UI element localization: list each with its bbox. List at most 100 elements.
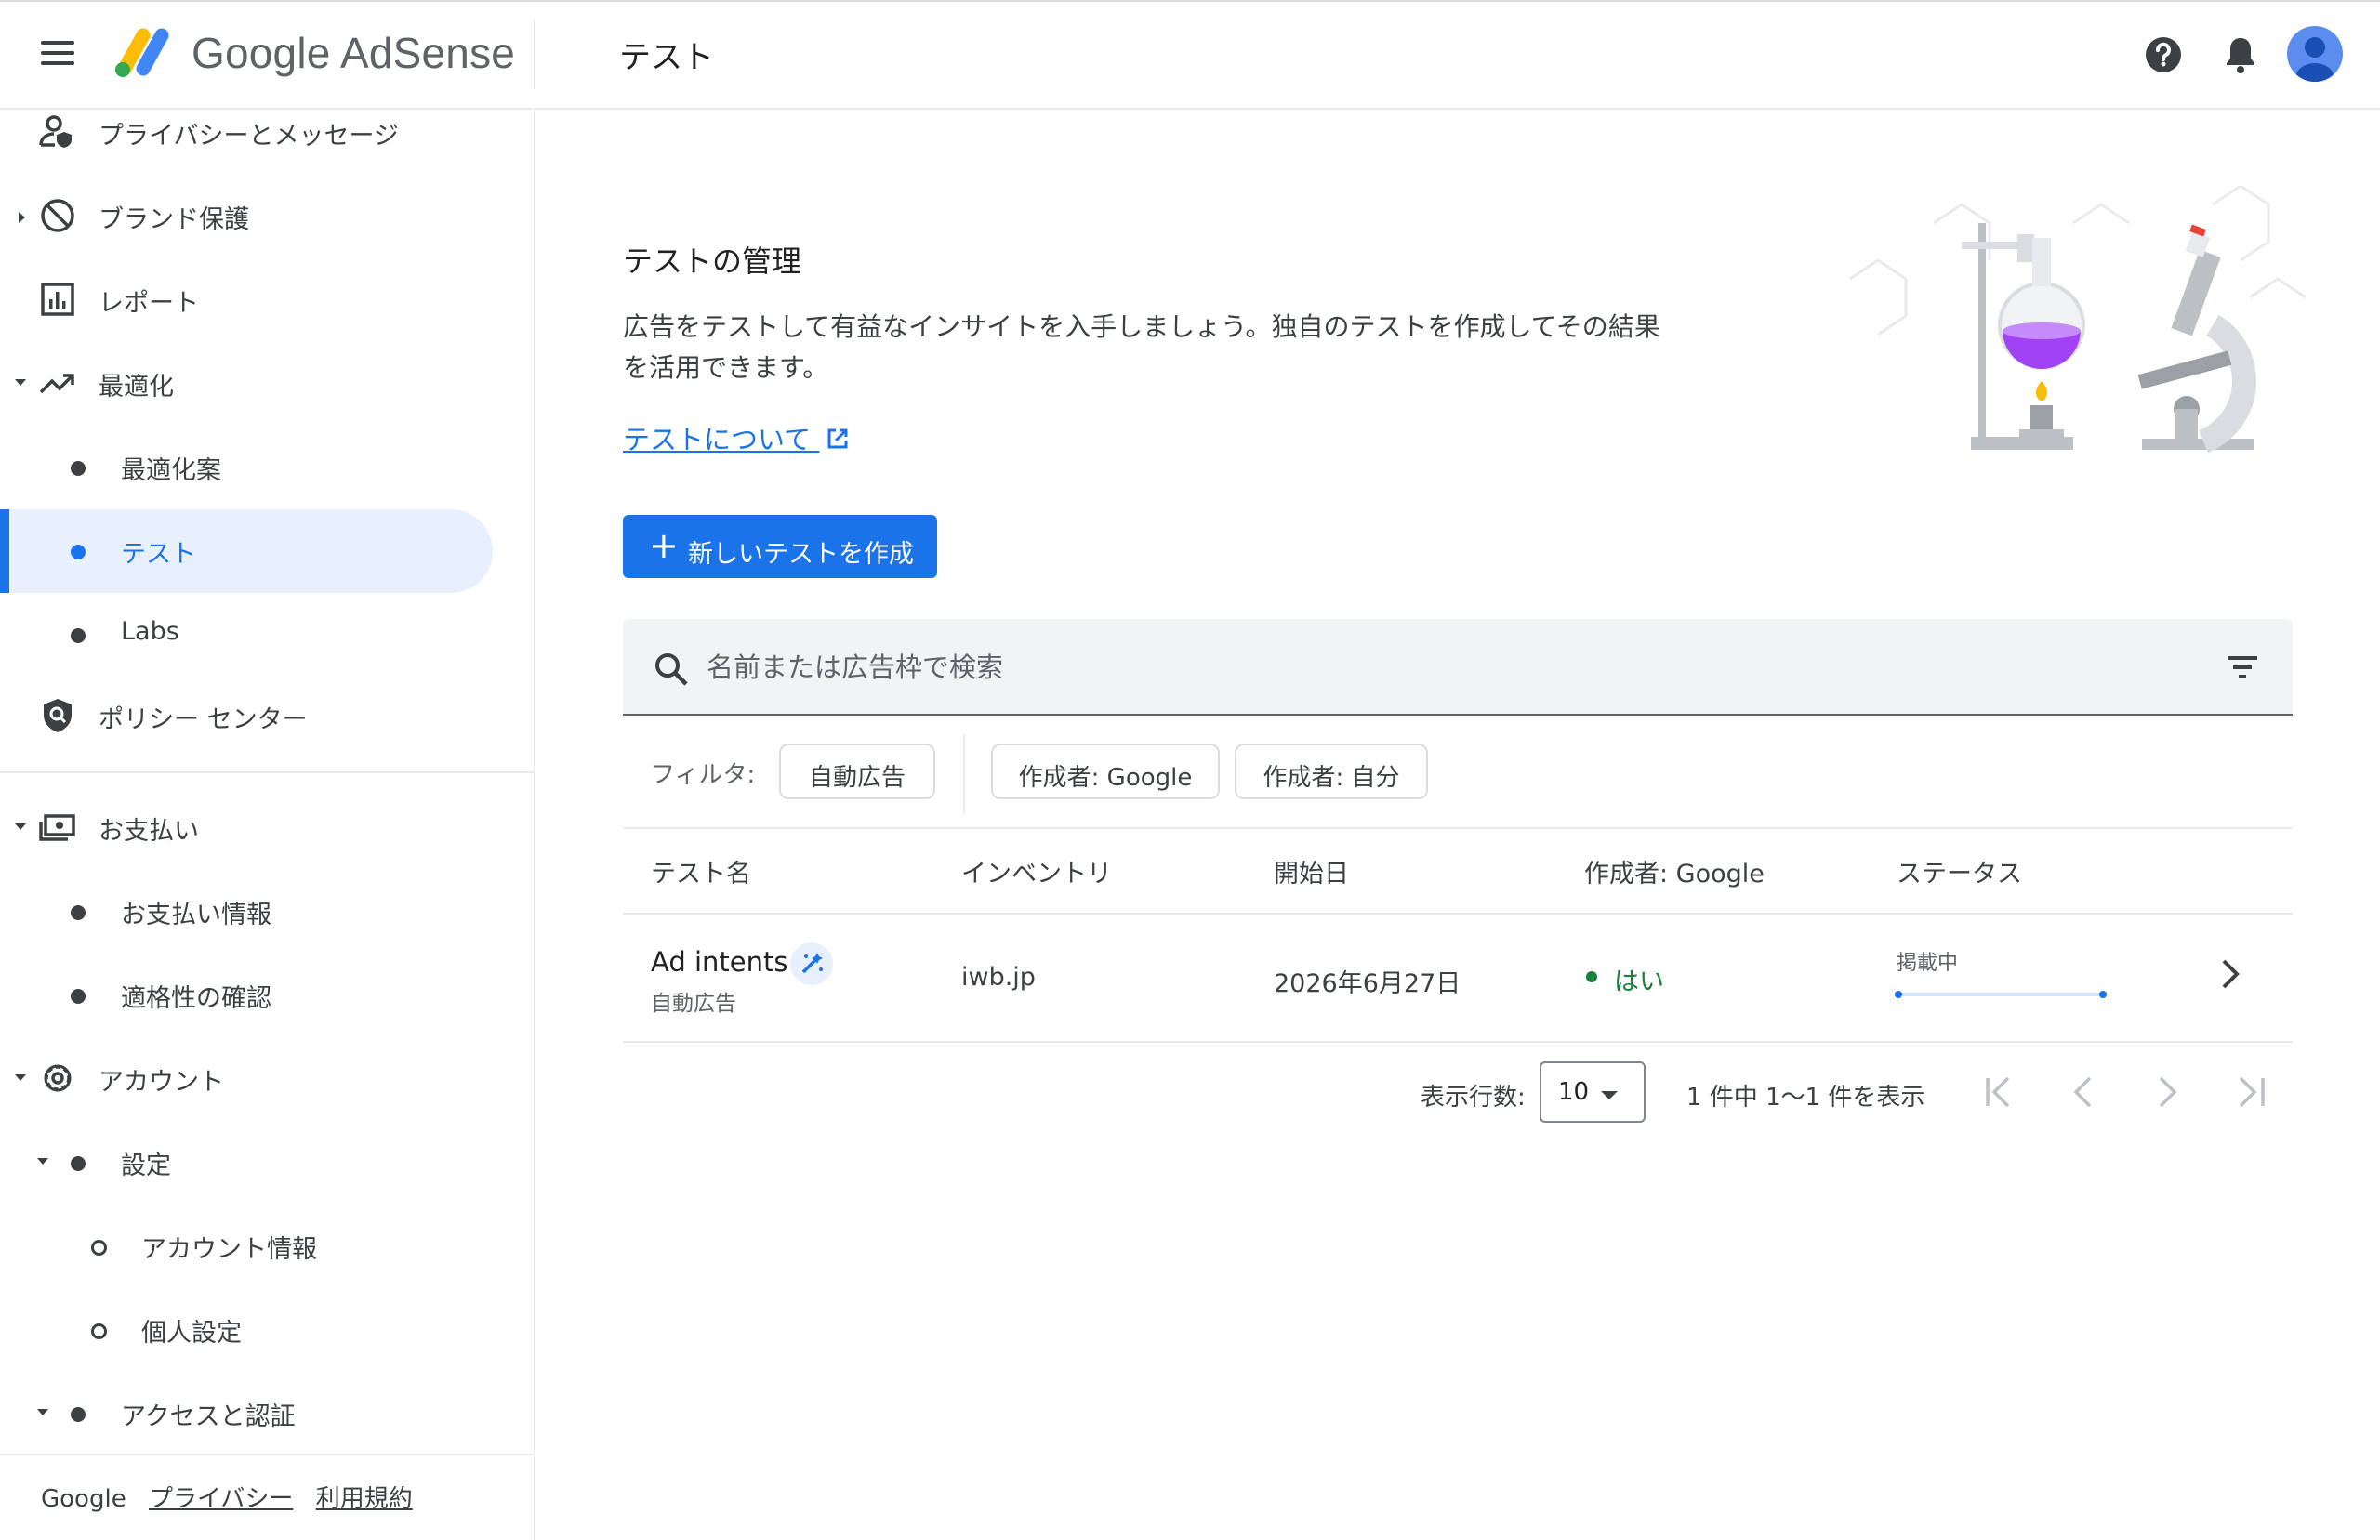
- bullet-dot-icon: [71, 628, 86, 643]
- sidebar-item-label: テスト: [121, 540, 196, 569]
- learn-about-tests-link[interactable]: テストについて: [623, 418, 851, 457]
- filter-chip-by-me[interactable]: 作成者: 自分: [1235, 744, 1428, 799]
- first-page-icon[interactable]: [1978, 1071, 2021, 1113]
- lab-illustration-icon: [1841, 184, 2307, 465]
- sidebar-item-label: レポート: [99, 289, 199, 318]
- filter-chip-by-google[interactable]: 作成者: Google: [991, 744, 1220, 799]
- bullet-dot-icon: [71, 1156, 86, 1171]
- block-icon: [37, 195, 78, 236]
- account-avatar[interactable]: [2287, 26, 2343, 82]
- sidebar-item-personal-settings[interactable]: 個人設定: [0, 1290, 534, 1372]
- sidebar-item-account[interactable]: アカウント: [0, 1039, 534, 1121]
- status-dot-icon: [1586, 971, 1597, 982]
- sidebar-item-label: アクセスと認証: [121, 1402, 296, 1431]
- column-header-status[interactable]: ステータス: [1897, 853, 2022, 889]
- sidebar-item-optimization[interactable]: 最適化: [0, 344, 534, 426]
- footer-privacy-link[interactable]: プライバシー: [149, 1485, 293, 1513]
- trending-up-icon: [37, 362, 78, 403]
- column-header-test-name[interactable]: テスト名: [651, 853, 751, 889]
- sidebar-divider: [0, 771, 534, 773]
- sidebar-item-experiments[interactable]: テスト: [0, 511, 534, 593]
- header-divider: [534, 19, 536, 89]
- sidebar-item-label: ブランド保護: [99, 205, 249, 234]
- footer-google: Google: [41, 1485, 126, 1513]
- auto-fix-wand-icon: [790, 942, 833, 985]
- help-icon[interactable]: [2144, 35, 2183, 74]
- bullet-ring-icon: [91, 1240, 107, 1256]
- pagination-range: 1 件中 1〜1 件を表示: [1686, 1084, 1925, 1112]
- sidebar-item-labs[interactable]: Labs: [0, 595, 534, 677]
- sidebar-item-privacy-messages[interactable]: プライバシーとメッセージ: [0, 93, 534, 175]
- filter-chip-auto-ads[interactable]: 自動広告: [779, 744, 935, 799]
- sidebar-item-access-auth[interactable]: アクセスと認証: [0, 1374, 534, 1455]
- settings-gear-icon: [37, 1058, 78, 1099]
- chevron-right-icon[interactable]: [2216, 957, 2244, 991]
- plus-icon: +: [649, 525, 679, 566]
- bullet-dot-icon: [71, 989, 86, 1004]
- sidebar-item-optimization-suggestions[interactable]: 最適化案: [0, 428, 534, 509]
- sidebar-item-label: アカウント: [99, 1068, 224, 1097]
- footer-terms-link[interactable]: 利用規約: [316, 1485, 413, 1513]
- column-header-start-date[interactable]: 開始日: [1274, 853, 1349, 889]
- sidebar-item-label: ポリシー センター: [99, 705, 308, 734]
- sidebar-item-label: 最適化: [99, 373, 174, 401]
- test-type: 自動広告: [651, 992, 736, 1016]
- bullet-ring-icon: [91, 1323, 107, 1339]
- sidebar-item-label: 最適化案: [121, 456, 221, 485]
- section-description: 広告をテストして有益なインサイトを入手しましょう。独自のテストを作成してその結果…: [623, 311, 1660, 383]
- sidebar-item-label: アカウント情報: [141, 1235, 317, 1264]
- sidebar-item-eligibility[interactable]: 適格性の確認: [0, 955, 534, 1037]
- column-header-by-google[interactable]: 作成者: Google: [1584, 853, 1765, 889]
- chip-label: 自動広告: [808, 764, 906, 792]
- chevron-down-icon: [15, 823, 26, 830]
- bullet-dot-icon: [71, 461, 86, 476]
- sidebar-item-brand-safety[interactable]: ブランド保護: [0, 177, 534, 258]
- brand-name: Google AdSense: [192, 29, 516, 77]
- rows-per-page-label: 表示行数:: [1421, 1084, 1526, 1112]
- search-input[interactable]: [707, 639, 2101, 695]
- column-header-inventory[interactable]: インベントリ: [961, 853, 1112, 889]
- sidebar-item-payment-info[interactable]: お支払い情報: [0, 872, 534, 954]
- sidebar-item-label: お支払い: [99, 817, 199, 846]
- page-title: テスト: [619, 39, 714, 76]
- adsense-logo-icon: [112, 24, 173, 80]
- rows-per-page-value: 10: [1558, 1078, 1590, 1106]
- last-page-icon[interactable]: [2229, 1071, 2272, 1113]
- menu-icon[interactable]: [41, 39, 76, 67]
- inventory-value: iwb.jp: [961, 963, 1036, 992]
- sidebar-item-label: 適格性の確認: [121, 984, 271, 1013]
- section-title: テストの管理: [623, 244, 802, 279]
- payments-icon: [37, 807, 78, 848]
- chip-label: 作成者: 自分: [1263, 764, 1400, 792]
- next-page-icon[interactable]: [2146, 1071, 2188, 1113]
- bullet-dot-icon: [71, 545, 86, 559]
- chip-label: 作成者: Google: [1018, 764, 1193, 792]
- sidebar-item-account-info[interactable]: アカウント情報: [0, 1206, 534, 1288]
- sidebar-item-label: Labs: [121, 617, 179, 646]
- previous-page-icon[interactable]: [2062, 1071, 2105, 1113]
- sidebar-item-payments[interactable]: お支払い: [0, 788, 534, 870]
- bar-chart-icon: [37, 279, 78, 320]
- table-bottom-border: [623, 1041, 2293, 1043]
- bullet-dot-icon: [71, 1407, 86, 1422]
- create-new-test-button[interactable]: + 新しいテストを作成: [623, 515, 937, 578]
- chevron-down-icon: [37, 1409, 48, 1415]
- sidebar-item-label: プライバシーとメッセージ: [99, 122, 399, 151]
- chevron-down-icon: [15, 1074, 26, 1081]
- test-name[interactable]: Ad intents: [651, 946, 787, 978]
- bullet-dot-icon: [71, 905, 86, 920]
- table-top-border: [623, 827, 2293, 829]
- sidebar-item-policy-center[interactable]: ポリシー センター: [0, 677, 534, 758]
- policy-shield-icon: [37, 695, 78, 736]
- start-date-value: 2026年6月27日: [1274, 969, 1461, 998]
- chevron-down-icon: [15, 379, 26, 386]
- status-progress-track: [1897, 993, 2105, 996]
- open-in-new-icon: [827, 428, 848, 449]
- progress-start-dot: [1895, 991, 1902, 998]
- rows-per-page-select[interactable]: 10: [1540, 1061, 1646, 1123]
- button-label: 新しいテストを作成: [688, 540, 914, 569]
- sidebar-item-reports[interactable]: レポート: [0, 260, 534, 342]
- notifications-bell-icon[interactable]: [2222, 34, 2259, 75]
- sidebar-item-settings[interactable]: 設定: [0, 1123, 534, 1204]
- filter-list-icon[interactable]: [2224, 651, 2261, 684]
